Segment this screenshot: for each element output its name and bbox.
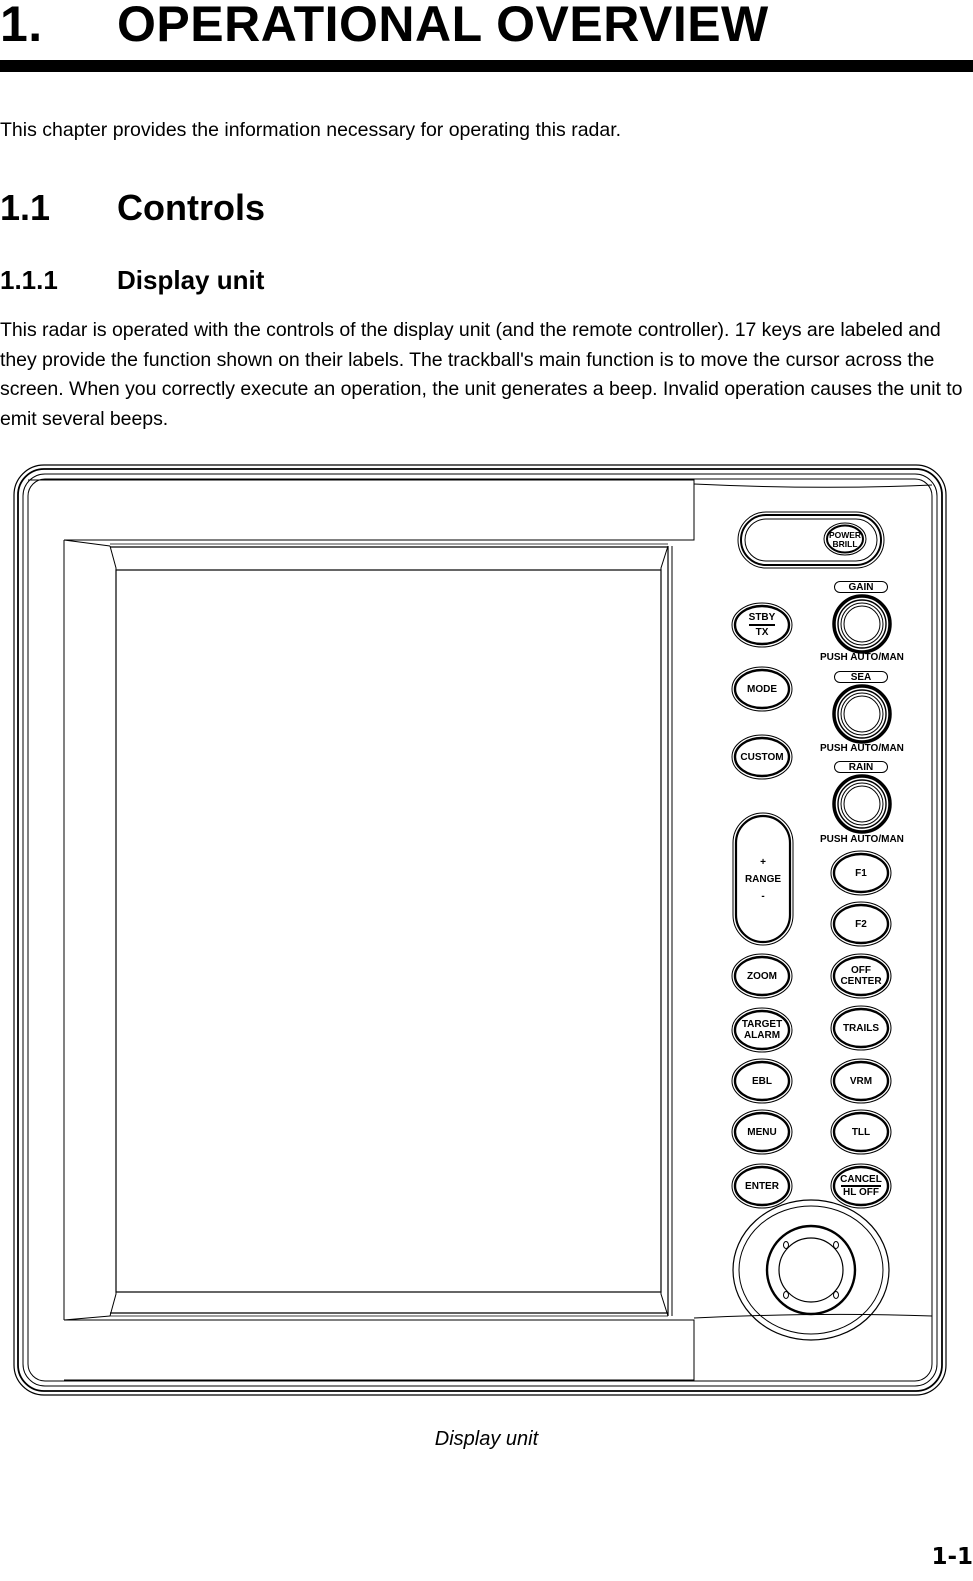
gain-knob[interactable]	[834, 597, 890, 653]
stby-tx-key[interactable]: STBY TX	[734, 605, 790, 645]
figure-caption: Display unit	[434, 1428, 539, 1450]
power-brill-key[interactable]: POWER BRILL	[825, 530, 865, 550]
chapter-intro: This chapter provides the information ne…	[0, 119, 622, 141]
subsection-title: Display unit	[117, 265, 265, 295]
trails-key[interactable]: TRAILS	[833, 1008, 889, 1048]
stby-tx-divider	[749, 624, 775, 626]
section-number: 1.1	[0, 187, 51, 228]
custom-key[interactable]: CUSTOM	[734, 737, 790, 777]
screen-bezel	[28, 479, 933, 1381]
chapter-title: 1. OPERATIONAL OVERVIEW	[0, 0, 769, 52]
display-unit-figure: POWER BRILL GAIN PUSH AUTO/MAN SEA PUSH …	[0, 455, 973, 1405]
ebl-key[interactable]: EBL	[734, 1061, 790, 1101]
off-label: OFF	[851, 965, 871, 976]
menu-key[interactable]: MENU	[734, 1112, 790, 1152]
hl-off-label: HL OFF	[843, 1186, 879, 1198]
alarm-label: ALARM	[743, 1030, 781, 1041]
f1-label: F1	[855, 867, 867, 879]
chapter-rule	[0, 60, 973, 72]
radar-screen	[115, 569, 662, 1293]
page-number: 1-1	[931, 1544, 973, 1570]
power-key-line2: BRILL	[832, 539, 858, 549]
cancel-hl-off-key[interactable]: CANCEL HL OFF	[833, 1166, 889, 1206]
menu-label: MENU	[747, 1126, 777, 1138]
sea-push-label: PUSH AUTO/MAN	[820, 743, 904, 754]
chapter-title-text: OPERATIONAL OVERVIEW	[117, 0, 769, 52]
section-title: Controls	[117, 187, 265, 228]
center-label: CENTER	[840, 976, 882, 987]
subsection-heading: 1.1.1 Display unit	[0, 264, 264, 296]
vrm-label: VRM	[849, 1075, 873, 1087]
section-heading: 1.1 Controls	[0, 186, 265, 230]
f1-key[interactable]: F1	[833, 853, 889, 893]
cancel-label: CANCEL	[840, 1174, 882, 1186]
custom-label: CUSTOM	[740, 751, 784, 763]
zoom-key[interactable]: ZOOM	[734, 956, 790, 996]
tll-label: TLL	[851, 1126, 871, 1138]
trails-label: TRAILS	[842, 1022, 880, 1034]
tll-key[interactable]: TLL	[833, 1112, 889, 1152]
target-label: TARGET	[741, 1019, 783, 1030]
range-label: RANGE	[744, 873, 782, 885]
rain-knob[interactable]	[834, 777, 890, 833]
off-center-key[interactable]: OFF CENTER	[833, 956, 889, 996]
range-key[interactable]: + RANGE -	[736, 816, 790, 942]
housing-frame	[13, 464, 947, 1396]
rain-knob-label: RAIN	[834, 761, 888, 773]
subsection-number: 1.1.1	[0, 265, 58, 295]
target-alarm-key[interactable]: TARGET ALARM	[734, 1010, 790, 1050]
zoom-label: ZOOM	[747, 970, 777, 982]
sea-knob[interactable]	[834, 687, 890, 743]
mode-label: MODE	[747, 683, 777, 695]
mode-key[interactable]: MODE	[734, 669, 790, 709]
stby-label: STBY	[748, 612, 776, 624]
trackball[interactable]	[732, 1199, 890, 1341]
f2-key[interactable]: F2	[833, 904, 889, 944]
ebl-label: EBL	[752, 1075, 772, 1087]
enter-label: ENTER	[745, 1180, 779, 1192]
chapter-number: 1.	[0, 0, 43, 52]
tx-label: TX	[755, 626, 769, 638]
range-minus-label: -	[761, 890, 765, 902]
range-plus-label: +	[760, 856, 766, 868]
rain-push-label: PUSH AUTO/MAN	[820, 834, 904, 845]
body-paragraph: This radar is operated with the controls…	[0, 319, 963, 430]
gain-push-label: PUSH AUTO/MAN	[820, 652, 904, 663]
enter-key[interactable]: ENTER	[734, 1166, 790, 1206]
gain-knob-label: GAIN	[834, 581, 888, 593]
vrm-key[interactable]: VRM	[833, 1061, 889, 1101]
display-unit-drawing	[13, 464, 947, 1396]
f2-label: F2	[855, 918, 867, 930]
sea-knob-label: SEA	[834, 671, 888, 683]
